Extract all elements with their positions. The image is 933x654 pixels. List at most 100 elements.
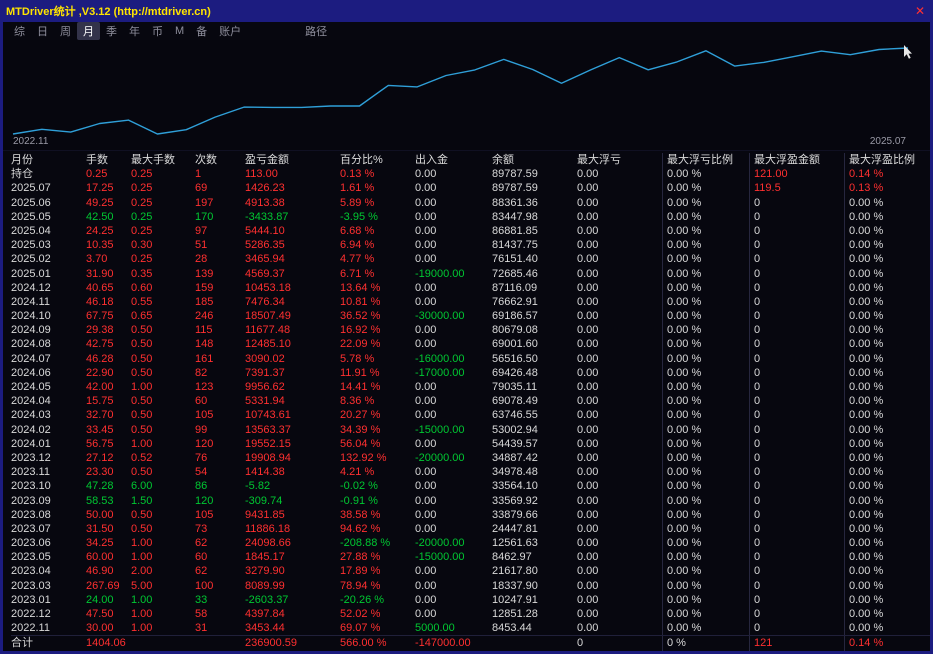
cell-count: 82 xyxy=(195,366,208,379)
cell-max-float-profit-ratio: 0.00 % xyxy=(844,380,930,395)
cell-month: 2023.03 xyxy=(11,579,51,592)
table-row[interactable]: 2024.09 29.38 0.50 115 11677.48 16.92 % 0.00 80… xyxy=(11,323,930,338)
table-row[interactable]: 2025.04 24.25 0.25 97 5444.10 6.68 % 0.00 86881… xyxy=(11,223,930,239)
cell-pnl: -5.82 xyxy=(245,480,271,493)
menu-item-周[interactable]: 周 xyxy=(54,22,77,40)
cell-max-float-profit: 0 xyxy=(749,195,844,210)
table-row[interactable]: 2023.04 46.90 2.00 62 3279.90 17.89 % 0.00 2161… xyxy=(11,564,930,579)
table-row[interactable]: 2023.08 50.00 0.50 105 9431.85 38.58 % 0.00 338… xyxy=(11,507,930,522)
cell-lots: 42.00 xyxy=(86,381,114,393)
cell-lots: 34.25 xyxy=(86,537,114,550)
cell-max-float-profit: 0 xyxy=(749,465,844,480)
cell-cash-flow: 0.00 xyxy=(415,593,437,606)
table-row[interactable]: 2022.11 30.00 1.00 31 3453.44 69.07 % 5000.00 8… xyxy=(11,621,930,636)
table-row[interactable]: 2025.05 42.50 0.25 170 -3433.87 -3.95 % 0.00 83… xyxy=(11,209,930,224)
title-bar[interactable]: MTDriver统计 ,V3.12 (http://mtdriver.cn) ✕ xyxy=(0,0,933,22)
table-row[interactable]: 2025.01 31.90 0.35 139 4569.37 6.71 % -19000.0… xyxy=(11,266,930,281)
equity-chart[interactable]: 2022.11 2025.07 xyxy=(3,40,930,151)
cell-pnl: 7391.37 xyxy=(245,366,285,379)
table-row[interactable]: 2024.10 67.75 0.65 246 18507.49 36.52 % -30000… xyxy=(11,309,930,324)
menu-item-M[interactable]: M xyxy=(169,24,190,38)
cell-balance: 33569.92 xyxy=(492,494,538,507)
cell-pnl: 5286.35 xyxy=(245,239,285,252)
cell-pnl: -309.74 xyxy=(245,494,283,507)
table-row[interactable]: 2024.01 56.75 1.00 120 19552.15 56.04 % 0.00 54… xyxy=(11,436,930,451)
cell-pct: 10.81 % xyxy=(340,295,381,308)
table-row[interactable]: 2024.03 32.70 0.50 105 10743.61 20.27 % 0.00 63… xyxy=(11,408,930,423)
cell-balance: 12851.28 xyxy=(492,608,538,620)
cell-balance: 21617.80 xyxy=(492,565,538,578)
cell-count: 139 xyxy=(195,267,214,280)
table-row[interactable]: 2025.07 17.25 0.25 69 1426.23 1.61 % 0.00 89787… xyxy=(11,181,930,196)
menu-item-年[interactable]: 年 xyxy=(123,22,146,40)
cell-lots: 24.25 xyxy=(86,224,114,237)
app-window: MTDriver统计 ,V3.12 (http://mtdriver.cn) ✕… xyxy=(0,0,933,654)
cell-max-lots: 1.00 xyxy=(131,537,153,550)
cell-max-float-loss: 0.00 xyxy=(577,494,599,507)
cell-max-float-loss-ratio: 0.00 % xyxy=(662,493,749,508)
cell-pnl: 1845.17 xyxy=(245,551,285,564)
close-icon[interactable]: ✕ xyxy=(915,5,925,17)
cell-max-lots: 1.00 xyxy=(131,622,153,635)
menu-item-季[interactable]: 季 xyxy=(100,22,123,40)
menu-item-账户[interactable]: 账户 xyxy=(213,22,247,40)
cell-max-float-loss-ratio: 0.00 % xyxy=(662,181,749,196)
cell-balance: 69001.60 xyxy=(492,338,538,351)
menu-item-综[interactable]: 综 xyxy=(8,22,31,40)
table-row[interactable]: 2023.06 34.25 1.00 62 24098.66 -208.88 % -2000… xyxy=(11,536,930,551)
cell-max-float-profit: 0 xyxy=(749,422,844,437)
menu-item-币[interactable]: 币 xyxy=(146,22,169,40)
cell-max-float-loss: 0.00 xyxy=(577,537,599,550)
cell-count: 161 xyxy=(195,352,214,365)
cell-max-float-loss-ratio: 0.00 % xyxy=(662,252,749,267)
table-row[interactable]: 2025.03 10.35 0.30 51 5286.35 6.94 % 0.00 81437… xyxy=(11,238,930,253)
table-row[interactable]: 2023.09 58.53 1.50 120 -309.74 -0.91 % 0.00 335… xyxy=(11,493,930,508)
cell-lots: 50.00 xyxy=(86,508,114,521)
cell-max-lots: 0.25 xyxy=(131,168,153,181)
table-row[interactable]: 2022.12 47.50 1.00 58 4397.84 52.02 % 0.00 1285… xyxy=(11,607,930,622)
cell-pnl: 236900.59 xyxy=(245,637,297,650)
table-row[interactable]: 2023.12 27.12 0.52 76 19908.94 132.92 % -20000… xyxy=(11,450,930,466)
menu-item-路径[interactable]: 路径 xyxy=(299,22,333,40)
cell-month: 2024.10 xyxy=(11,310,51,323)
table-row[interactable]: 2025.06 49.25 0.25 197 4913.38 5.89 % 0.00 8836… xyxy=(11,195,930,210)
cell-pnl: 3279.90 xyxy=(245,565,285,578)
cell-month: 2023.10 xyxy=(11,480,51,493)
cell-count: 76 xyxy=(195,451,208,464)
menu-item-日[interactable]: 日 xyxy=(31,22,54,40)
table-row[interactable]: 2023.10 47.28 6.00 86 -5.82 -0.02 % 0.00 33564.… xyxy=(11,479,930,494)
table-row[interactable]: 2024.06 22.90 0.50 82 7391.37 11.91 % -17000.0… xyxy=(11,365,930,381)
cell-cash-flow: 0.00 xyxy=(415,281,437,294)
table-row[interactable]: 2025.02 3.70 0.25 28 3465.94 4.77 % 0.00 76151.… xyxy=(11,252,930,267)
cell-count: 58 xyxy=(195,608,208,620)
cell-cash-flow: 0.00 xyxy=(415,437,437,450)
cell-count: 185 xyxy=(195,295,214,308)
table-row[interactable]: 2024.05 42.00 1.00 123 9956.62 14.41 % 0.00 790… xyxy=(11,380,930,395)
table-row[interactable]: 2024.02 33.45 0.50 99 13563.37 34.39 % -15000.… xyxy=(11,422,930,437)
table-row[interactable]: 2024.12 40.65 0.60 159 10453.18 13.64 % 0.00 87… xyxy=(11,280,930,295)
table-row[interactable]: 2023.01 24.00 1.00 33 -2603.37 -20.26 % 0.00 10… xyxy=(11,592,930,608)
cell-max-float-loss-ratio: 0.00 % xyxy=(662,465,749,480)
table-row[interactable]: 持仓 0.25 0.25 1 113.00 0.13 % 0.00 89787.59 0.00 0… xyxy=(11,167,930,182)
table-row[interactable]: 2023.11 23.30 0.50 54 1414.38 4.21 % 0.00 34978… xyxy=(11,465,930,480)
table-row[interactable]: 2023.07 31.50 0.50 73 11886.18 94.62 % 0.00 244… xyxy=(11,521,930,537)
cell-max-lots: 0.25 xyxy=(131,253,153,266)
table-total-row[interactable]: 合计 1404.06 236900.59 566.00 % -147000.00 0 0 %… xyxy=(11,635,930,651)
table-row[interactable]: 2023.05 60.00 1.00 60 1845.17 27.88 % -15000.0… xyxy=(11,550,930,565)
table-row[interactable]: 2024.08 42.75 0.50 148 12485.10 22.09 % 0.00 69… xyxy=(11,337,930,352)
menu-item-备[interactable]: 备 xyxy=(190,22,213,40)
table-row[interactable]: 2024.07 46.28 0.50 161 3090.02 5.78 % -16000.0… xyxy=(11,351,930,366)
cell-count: 54 xyxy=(195,466,208,479)
cell-max-float-profit: 0 xyxy=(749,209,844,224)
cell-balance: 54439.57 xyxy=(492,437,538,450)
cell-pnl: -2603.37 xyxy=(245,593,289,606)
cell-pnl: 9431.85 xyxy=(245,508,285,521)
cell-pct: 6.68 % xyxy=(340,224,375,237)
header-lots: 手数 xyxy=(86,154,108,166)
cell-cash-flow: -15000.00 xyxy=(415,423,465,436)
table-row[interactable]: 2024.04 15.75 0.50 60 5331.94 8.36 % 0.00 69078… xyxy=(11,394,930,409)
cell-max-float-loss-ratio: 0.00 % xyxy=(662,351,749,366)
table-row[interactable]: 2024.11 46.18 0.55 185 7476.34 10.81 % 0.00 766… xyxy=(11,294,930,310)
menu-item-月[interactable]: 月 xyxy=(77,22,100,40)
table-row[interactable]: 2023.03 267.69 5.00 100 8089.99 78.94 % 0.00 18… xyxy=(11,578,930,593)
